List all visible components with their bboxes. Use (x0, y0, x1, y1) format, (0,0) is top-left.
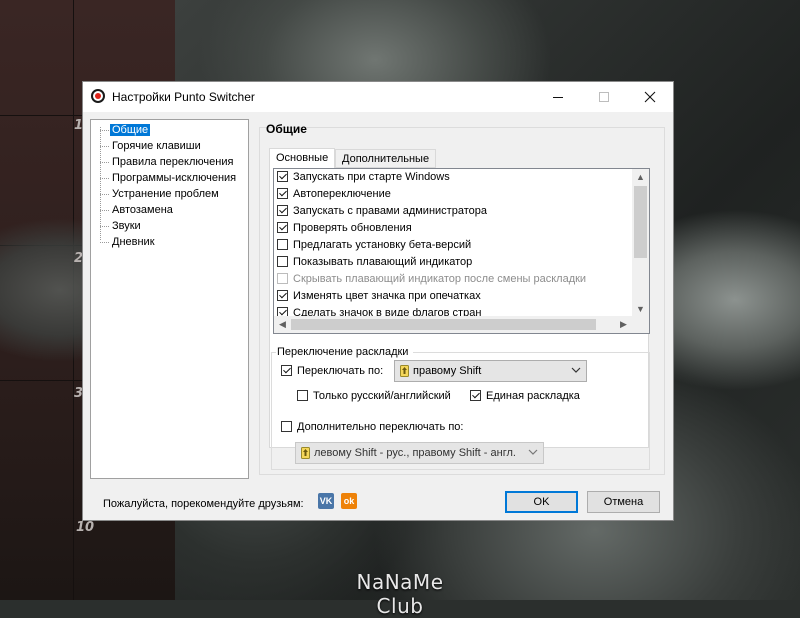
option-typo-icon-color[interactable]: Изменять цвет значка при опечатках (277, 288, 481, 305)
sidebar-item-diary[interactable]: Дневник (96, 235, 157, 250)
checkbox[interactable] (277, 238, 288, 250)
checkbox[interactable] (277, 255, 288, 267)
window-title: Настройки Punto Switcher (112, 90, 255, 104)
option-floating-indicator[interactable]: Показывать плавающий индикатор (277, 254, 472, 271)
checkbox[interactable] (297, 389, 308, 401)
checkbox[interactable] (277, 187, 288, 199)
option-hide-floating-indicator: Скрывать плавающий индикатор после смены… (277, 271, 586, 288)
horizontal-scrollbar[interactable]: ◀ ▶ (274, 316, 632, 333)
checkbox[interactable] (277, 221, 288, 233)
checkbox (277, 272, 288, 284)
scroll-right-icon[interactable]: ▶ (615, 316, 632, 333)
option-offer-beta[interactable]: Предлагать установку бета-версий (277, 237, 471, 254)
sidebar-item-general[interactable]: Общие (96, 123, 151, 138)
vk-share-button[interactable]: VK (318, 493, 334, 509)
checkbox[interactable] (281, 364, 292, 376)
chevron-down-icon (571, 367, 581, 373)
maximize-icon (599, 92, 609, 102)
sidebar-item-label: Правила переключения (112, 156, 234, 168)
sidebar-item-sounds[interactable]: Звуки (96, 219, 143, 234)
ruler-number: 10 (76, 520, 95, 535)
ok-button[interactable]: OK (505, 491, 578, 513)
sidebar-item-label: Автозамена (112, 204, 173, 216)
extra-switch-select: левому Shift - рус., правому Shift - анг… (295, 442, 544, 464)
sidebar-item-autoreplace[interactable]: Автозамена (96, 203, 175, 218)
maximize-button (581, 82, 627, 112)
sidebar-item-label: Горячие клавиши (112, 140, 201, 152)
switch-key-select[interactable]: правому Shift (394, 360, 587, 382)
scroll-left-icon[interactable]: ◀ (274, 316, 291, 333)
watermark: NaNaMe Club (356, 570, 444, 618)
shift-key-icon (400, 364, 409, 378)
sidebar-item-hotkeys[interactable]: Горячие клавиши (96, 139, 203, 154)
scroll-thumb[interactable] (634, 186, 647, 258)
close-button[interactable] (627, 82, 673, 112)
tab-basic[interactable]: Основные (269, 148, 336, 169)
options-list[interactable]: Запускать при старте Windows Автопереклю… (273, 168, 650, 334)
sidebar-item-troubleshooting[interactable]: Устранение проблем (96, 187, 221, 202)
vk-icon: VK (319, 496, 333, 506)
scroll-thumb[interactable] (291, 319, 596, 330)
sidebar-item-label: Общие (110, 124, 151, 136)
section-title: Общие (266, 122, 307, 136)
sidebar-item-label: Программы-исключения (112, 172, 237, 184)
checkbox[interactable] (277, 204, 288, 216)
scroll-up-icon[interactable]: ▲ (632, 169, 649, 186)
vertical-scrollbar[interactable]: ▲ ▼ (632, 169, 649, 318)
option-autostart[interactable]: Запускать при старте Windows (277, 169, 450, 186)
sidebar-item-label: Звуки (112, 220, 141, 232)
cancel-button[interactable]: Отмена (587, 491, 660, 513)
option-check-updates[interactable]: Проверять обновления (277, 220, 412, 237)
checkbox[interactable] (277, 289, 288, 301)
checkbox[interactable] (277, 170, 288, 182)
ok-share-button[interactable]: ok (341, 493, 357, 509)
extra-switch-checkbox[interactable]: Дополнительно переключать по: (281, 419, 463, 436)
settings-tree: Общие Горячие клавиши Правила переключен… (90, 119, 249, 479)
option-run-as-admin[interactable]: Запускать с правами администратора (277, 203, 487, 220)
punto-switcher-icon (91, 89, 105, 103)
shift-key-icon (301, 446, 310, 460)
chevron-down-icon (528, 449, 538, 455)
tab-advanced[interactable]: Дополнительные (335, 149, 437, 168)
sidebar-item-excluded-programs[interactable]: Программы-исключения (96, 171, 238, 186)
option-autoswitch[interactable]: Автопереключение (277, 186, 391, 203)
odnoklassniki-icon: ok (343, 496, 355, 506)
only-ru-en-checkbox[interactable]: Только русский/английский (297, 388, 451, 405)
settings-window: Настройки Punto Switcher Общие Горячие к… (82, 81, 674, 521)
minimize-button[interactable] (535, 82, 581, 112)
checkbox[interactable] (470, 389, 481, 401)
layout-switch-title: Переключение раскладки (277, 346, 409, 358)
close-icon (644, 91, 656, 103)
minimize-icon (553, 97, 563, 98)
switch-by-checkbox[interactable]: Переключать по: (281, 363, 383, 380)
title-bar[interactable]: Настройки Punto Switcher (83, 82, 673, 112)
sidebar-item-switch-rules[interactable]: Правила переключения (96, 155, 235, 170)
sidebar-item-label: Устранение проблем (112, 188, 219, 200)
recommend-text: Пожалуйста, порекомендуйте друзьям: (103, 498, 304, 510)
checkbox[interactable] (281, 420, 292, 432)
sidebar-item-label: Дневник (112, 236, 155, 248)
single-layout-checkbox[interactable]: Единая раскладка (470, 388, 580, 405)
